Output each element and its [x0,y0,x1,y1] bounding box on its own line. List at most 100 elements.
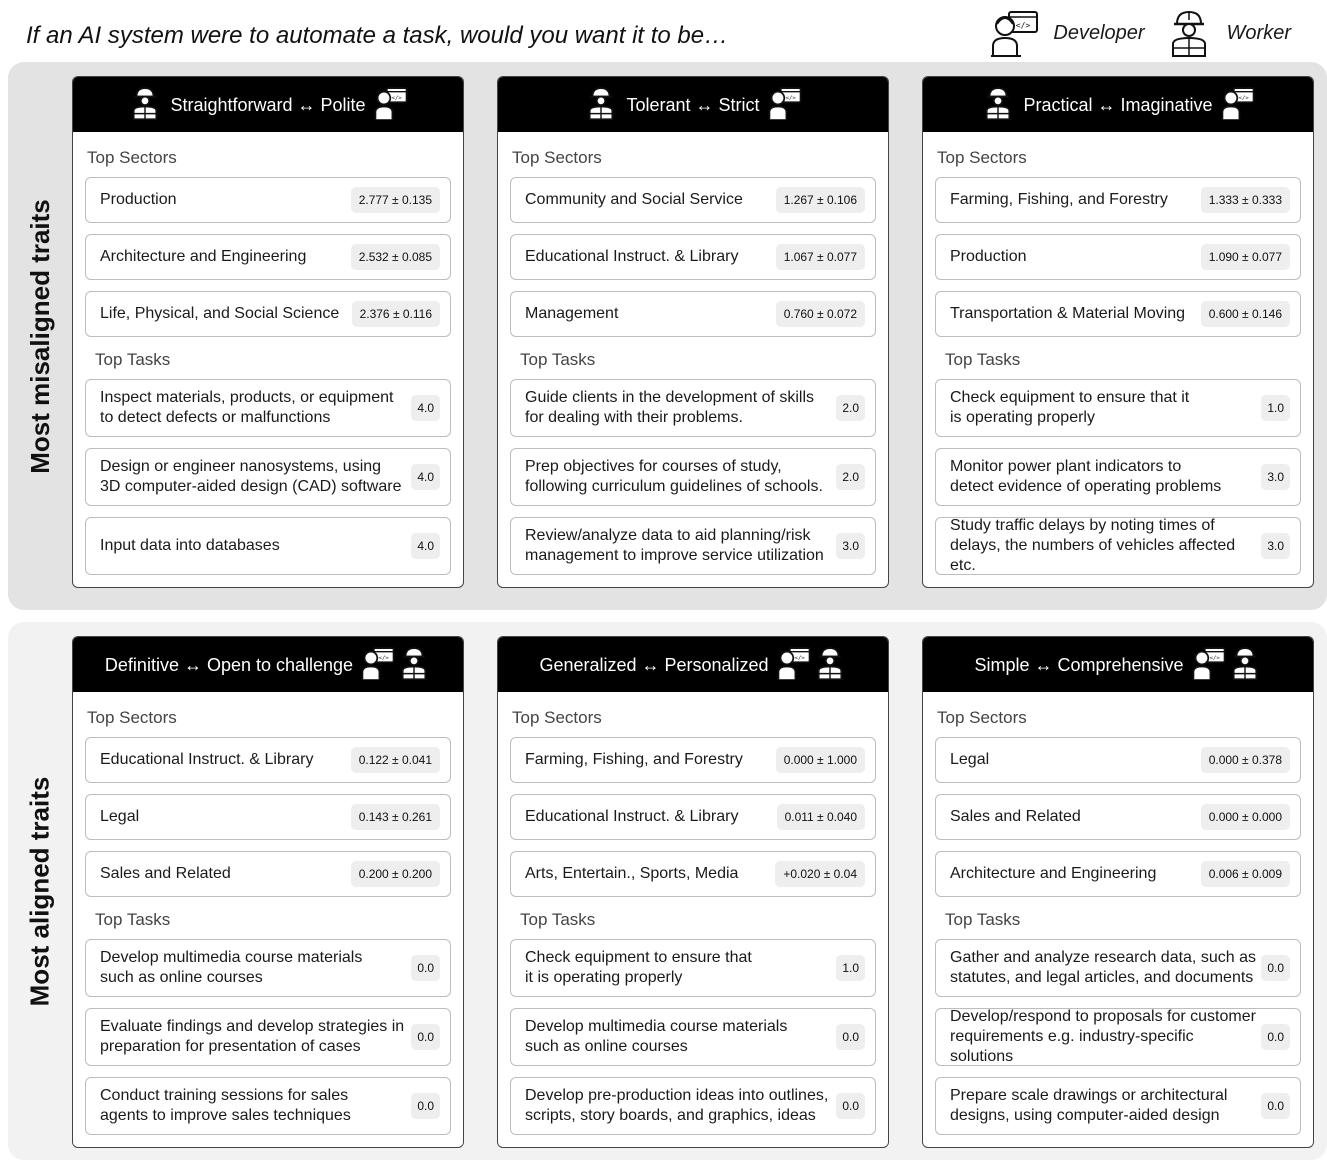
task-line-2: to detect defects or malfunctions [100,409,331,426]
sector-row: Community and Social Service 1.267 ± 0.10… [510,177,876,223]
legend-worker: Worker [1165,8,1291,58]
task-list: Inspect materials, products, or equipmen… [73,379,463,575]
svg-text:</>: </> [794,655,805,661]
task-row: Design or engineer nanosystems, using 3D … [85,448,451,506]
card-header: Simple ↔ Comprehensive </> [923,637,1313,692]
header-icons-right: </> [768,83,802,128]
task-row: Develop multimedia course materials such … [510,1008,876,1066]
sector-score-badge: 2.532 ± 0.085 [350,244,440,270]
legend: </> Developer Worker [977,8,1291,58]
trait-card-1: Straightforward ↔ Polite </> Top Sectors… [72,76,464,588]
task-row: Develop pre-production ideas into outlin… [510,1077,876,1135]
task-text: Inspect materials, products, or equipmen… [100,388,393,428]
sector-score-badge: +0.020 ± 0.04 [775,861,865,887]
task-text: Prepare scale drawings or architectural d… [950,1086,1227,1126]
header-icons-right: </> [361,643,431,688]
task-row: Guide clients in the development of skil… [510,379,876,437]
task-line-1: Develop pre-production ideas into outlin… [525,1087,829,1104]
top-sectors-label: Top Sectors [512,148,602,167]
sector-score-badge: 0.011 ± 0.040 [776,804,865,830]
sector-row: Educational Instruct. & Library 0.122 ± 0… [85,737,451,783]
task-score-badge: 4.0 [411,464,440,490]
task-row: Review/analyze data to aid planning/risk… [510,517,876,575]
sector-score-badge: 0.000 ± 1.000 [775,747,865,773]
task-score-badge: 0.0 [411,955,440,981]
task-text: Develop multimedia course materials such … [525,1017,787,1057]
sector-name: Arts, Entertain., Sports, Media [525,865,739,882]
worker-icon [584,83,618,128]
sector-list: Legal 0.000 ± 0.378 Sales and Related 0.000… [923,737,1313,897]
task-row: Prepare scale drawings or architectural d… [935,1077,1301,1135]
trait-card-6: Simple ↔ Comprehensive </> Top Sectors L… [922,636,1314,1148]
task-score-badge: 2.0 [836,395,865,421]
top-sectors-label: Top Sectors [937,148,1027,167]
sector-row: Farming, Fishing, and Forestry 1.333 ± 0.… [935,177,1301,223]
sector-list: Farming, Fishing, and Forestry 0.000 ± 1.… [498,737,888,897]
top-sectors-label: Top Sectors [87,708,177,727]
sector-row: Architecture and Engineering 2.532 ± 0.08… [85,234,451,280]
sector-score-badge: 0.122 ± 0.041 [350,747,440,773]
developer-icon: </> [777,643,811,688]
header-icons-right: </> [374,83,408,128]
task-line-1: Develop multimedia course materials [525,1018,788,1035]
developer-icon: </> [768,83,802,128]
sector-name: Farming, Fishing, and Forestry [525,751,743,768]
task-line-1: Study traffic delays by noting times of [950,517,1215,534]
sector-list: Community and Social Service 1.267 ± 0.10… [498,177,888,337]
sector-row: Sales and Related 0.200 ± 0.200 [85,851,451,897]
header-icons-left [981,83,1015,128]
task-line-1: Inspect materials, products, or equipmen… [100,389,394,406]
sector-name: Farming, Fishing, and Forestry [950,191,1168,208]
task-text: Develop/respond to proposals for custome… [950,1007,1257,1067]
sector-name: Management [525,305,619,322]
header-icons-left [584,83,618,128]
worker-icon [397,643,431,688]
task-score-badge: 0.0 [1261,1093,1290,1119]
task-line-1: Conduct training sessions for sales [100,1087,349,1104]
task-line-2: preparation for presentation of cases [100,1038,361,1055]
sector-row: Production 1.090 ± 0.077 [935,234,1301,280]
task-text: Monitor power plant indicators to detect … [950,457,1221,497]
top-sectors-label: Top Sectors [87,148,177,167]
panel-label: Most aligned traits [24,776,55,1006]
card-title: Tolerant ↔ Strict [626,95,760,115]
sector-name: Legal [100,808,140,825]
task-line-1: Check equipment to ensure that it [950,389,1190,406]
task-score-badge: 0.0 [1261,955,1290,981]
sector-score-badge: 1.067 ± 0.077 [775,244,865,270]
task-score-badge: 0.0 [1261,1024,1290,1050]
task-line-1: Develop multimedia course materials [100,949,363,966]
sector-list: Educational Instruct. & Library 0.122 ± 0… [73,737,463,897]
task-line-1: Evaluate findings and develop strategies… [100,1018,405,1035]
task-line-2: management to improve service utilizatio… [525,547,824,564]
sector-score-badge: 0.000 ± 0.000 [1200,804,1290,830]
task-list: Develop multimedia course materials such … [73,939,463,1135]
task-line-1: Review/analyze data to aid planning/risk [525,527,811,544]
card-header: Practical ↔ Imaginative </> [923,77,1313,132]
sector-score-badge: 0.600 ± 0.146 [1200,301,1290,327]
task-text: Study traffic delays by noting times of d… [950,516,1257,576]
task-text: Evaluate findings and develop strategies… [100,1017,404,1057]
header-icons-right: </> [1192,643,1262,688]
developer-icon: </> [361,643,395,688]
task-text: Conduct training sessions for sales agent… [100,1086,351,1126]
task-line-2: following curriculum guidelines of schoo… [525,478,823,495]
task-text: Guide clients in the development of skil… [525,388,814,428]
card-title: Straightforward ↔ Polite [170,95,366,115]
task-line-2: statutes, and legal articles, and docume… [950,969,1254,986]
trait-card-2: Tolerant ↔ Strict </> Top Sectors Commun… [497,76,889,588]
sector-row: Arts, Entertain., Sports, Media +0.020 ± … [510,851,876,897]
svg-text:</>: </> [379,655,390,661]
sector-list: Production 2.777 ± 0.135 Architecture and … [73,177,463,337]
card-header: Tolerant ↔ Strict </> [498,77,888,132]
task-line-2: for dealing with their problems. [525,409,743,426]
header-icons-right: </> [777,643,847,688]
legend-developer-label: Developer [1053,21,1145,44]
sector-score-badge: 2.376 ± 0.116 [351,301,440,327]
task-line-1: Monitor power plant indicators to [950,458,1182,475]
task-line-1: Check equipment to ensure that [525,949,752,966]
sector-row: Life, Physical, and Social Science 2.376 … [85,291,451,337]
sector-score-badge: 1.090 ± 0.077 [1200,244,1290,270]
legend-developer: </> Developer [991,8,1145,58]
task-line-1: Input data into databases [100,537,280,554]
